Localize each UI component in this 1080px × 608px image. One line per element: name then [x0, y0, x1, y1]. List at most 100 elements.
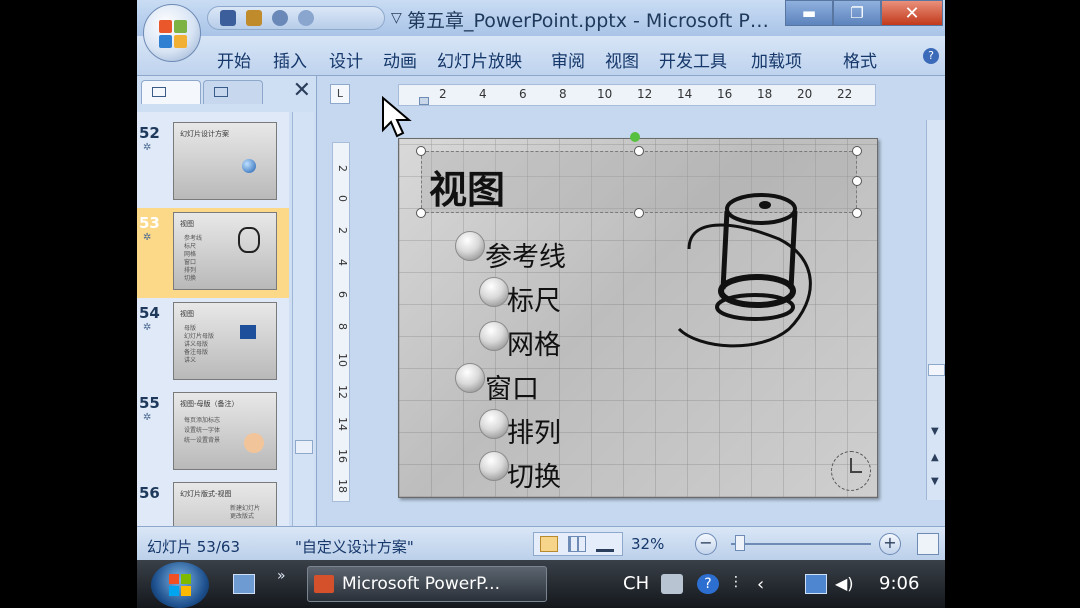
title-bar: ▽ 第五章_PowerPoint.pptx - Microsoft P… ▬ ❐… [137, 0, 945, 36]
redo-icon[interactable] [298, 10, 314, 26]
show-desktop-icon[interactable] [233, 574, 255, 594]
bullet-item[interactable]: 切换 [507, 455, 561, 494]
resize-handle[interactable] [416, 208, 426, 218]
slide-thumbnail-53[interactable]: 53 ✲ 视图 参考线 标尺 网格 窗口 排列 切换 [137, 208, 289, 298]
slide-thumbnail-56[interactable]: 56 幻灯片版式-视图 新建幻灯片 更改版式 [137, 478, 289, 526]
globe-icon [242, 159, 256, 173]
volume-icon[interactable]: ◀) [835, 574, 857, 594]
start-button[interactable] [151, 562, 209, 608]
resize-handle[interactable] [852, 146, 862, 156]
zoom-out-button[interactable]: − [695, 533, 717, 555]
fit-to-window-icon[interactable] [917, 533, 939, 555]
ruler-tick: 18 [757, 87, 773, 101]
slide-number: 56 [139, 484, 160, 502]
bullet-orb-icon [479, 409, 509, 439]
slide-sorter-view-icon[interactable] [568, 536, 586, 552]
scroll-down-icon[interactable]: ▼ [931, 426, 939, 437]
tab-developer[interactable]: 开发工具 [659, 47, 727, 72]
vertical-scrollbar[interactable]: ▼ ▲ ▼ [926, 120, 945, 500]
theme-name[interactable]: "自定义设计方案" [295, 536, 414, 557]
scroll-thumb[interactable] [928, 364, 945, 376]
clock-time[interactable]: 9:06 [879, 573, 919, 594]
save-icon[interactable] [220, 10, 236, 26]
animation-star-icon: ✲ [143, 322, 152, 333]
slide-title[interactable]: 视图 [429, 159, 505, 214]
ruler-tick: 12 [336, 385, 349, 399]
tray-expand-icon[interactable]: ‹ [757, 574, 779, 595]
zoom-slider-track[interactable] [731, 543, 871, 545]
slide-number: 53 [139, 214, 160, 232]
pane-scroll-thumb[interactable] [295, 440, 313, 454]
close-button[interactable]: ✕ [881, 0, 943, 26]
slides-pane: ✕ 52 ✲ 幻灯片设计方案 53 ✲ 视图 参考线 标尺 网格 窗口 排列 切… [137, 76, 317, 526]
slide-thumbnail-52[interactable]: 52 ✲ 幻灯片设计方案 [137, 118, 289, 208]
ruler-tick: 16 [717, 87, 733, 101]
zoom-slider-knob[interactable] [735, 535, 745, 551]
outline-tab-icon [214, 87, 228, 97]
horizontal-ruler[interactable]: 2 4 6 8 10 12 14 16 18 20 22 [398, 84, 876, 106]
resize-handle[interactable] [634, 208, 644, 218]
resize-handle[interactable] [852, 176, 862, 186]
slide-count: 幻灯片 53/63 [147, 538, 240, 556]
slide-canvas[interactable]: 视图 参考线 标尺 网格 窗口 排列 切换 [398, 138, 878, 498]
ruler-tick: 8 [336, 323, 349, 330]
bullet-item[interactable]: 参考线 [485, 235, 566, 274]
ruler-tick: 6 [336, 291, 349, 298]
maximize-button[interactable]: ❐ [833, 0, 881, 26]
minimize-button[interactable]: ▬ [785, 0, 833, 26]
tab-addins[interactable]: 加载项 [751, 47, 802, 72]
office-button[interactable] [143, 4, 201, 62]
next-slide-icon[interactable]: ▼ [931, 476, 939, 487]
tab-animations[interactable]: 动画 [383, 47, 417, 72]
slide-thumbnail-54[interactable]: 54 ✲ 视图 母版 幻灯片母版 讲义母版 备注母版 讲义 [137, 298, 289, 388]
tab-slides[interactable] [141, 80, 201, 104]
bullet-item[interactable]: 标尺 [507, 279, 561, 318]
ribbon-tabs: 开始 插入 设计 动画 幻灯片放映 审阅 视图 开发工具 加载项 格式 ? [137, 36, 945, 76]
tab-insert[interactable]: 插入 [273, 47, 307, 72]
pane-scrollbar[interactable] [292, 112, 314, 526]
resize-handle[interactable] [852, 208, 862, 218]
keyboard-icon[interactable] [661, 574, 683, 594]
tab-view[interactable]: 视图 [605, 47, 639, 72]
status-bar: 幻灯片 53/63 "自定义设计方案" 32% − + [137, 526, 945, 560]
normal-view-icon[interactable] [540, 536, 558, 552]
bullet-item[interactable]: 网格 [507, 323, 561, 362]
customize-toolbar-icon[interactable]: ▽ [391, 10, 402, 26]
slide-number: 52 [139, 124, 160, 142]
zoom-in-button[interactable]: + [879, 533, 901, 555]
paste-icon[interactable] [246, 10, 262, 26]
help-icon[interactable]: ? [923, 48, 939, 64]
network-icon[interactable] [805, 574, 827, 594]
rotation-handle[interactable] [630, 132, 640, 142]
language-indicator[interactable]: CH [623, 573, 649, 594]
bullet-item[interactable]: 窗口 [485, 367, 539, 406]
tab-slideshow[interactable]: 幻灯片放映 [437, 47, 522, 72]
vertical-ruler[interactable]: 2 0 2 4 6 8 10 12 14 16 18 [332, 142, 350, 502]
slide-thumbnail-55[interactable]: 55 ✲ 视图-母版（备注） 每页添加标志 设置统一字体 统一设置背景 [137, 388, 289, 478]
animation-star-icon: ✲ [143, 232, 152, 243]
zoom-level[interactable]: 32% [631, 535, 664, 553]
tab-format[interactable]: 格式 [843, 47, 877, 72]
tab-review[interactable]: 审阅 [551, 47, 585, 72]
previous-slide-icon[interactable]: ▲ [931, 452, 939, 463]
thumbnail-title: 幻灯片设计方案 [180, 130, 229, 138]
help-tray-icon[interactable]: ? [697, 574, 719, 594]
slideshow-view-icon[interactable] [596, 536, 614, 552]
resize-handle[interactable] [634, 146, 644, 156]
tab-home[interactable]: 开始 [217, 47, 251, 72]
ruler-tick: 4 [336, 259, 349, 266]
quick-access-toolbar [207, 6, 385, 30]
tab-outline[interactable] [203, 80, 263, 104]
pane-close-icon[interactable]: ✕ [293, 78, 311, 103]
indent-marker[interactable] [419, 97, 429, 105]
ime-options-icon[interactable]: ⋮ [729, 574, 751, 594]
ruler-tick: 10 [336, 353, 349, 367]
quick-launch-chevron-icon[interactable]: » [277, 568, 286, 584]
bullet-item[interactable]: 排列 [507, 411, 561, 450]
ruler-tick: 2 [439, 87, 447, 101]
resize-handle[interactable] [416, 146, 426, 156]
undo-icon[interactable] [272, 10, 288, 26]
tab-design[interactable]: 设计 [329, 47, 363, 72]
tab-stop-selector[interactable]: L [330, 84, 350, 104]
taskbar-powerpoint-button[interactable]: Microsoft PowerP... [307, 566, 547, 602]
